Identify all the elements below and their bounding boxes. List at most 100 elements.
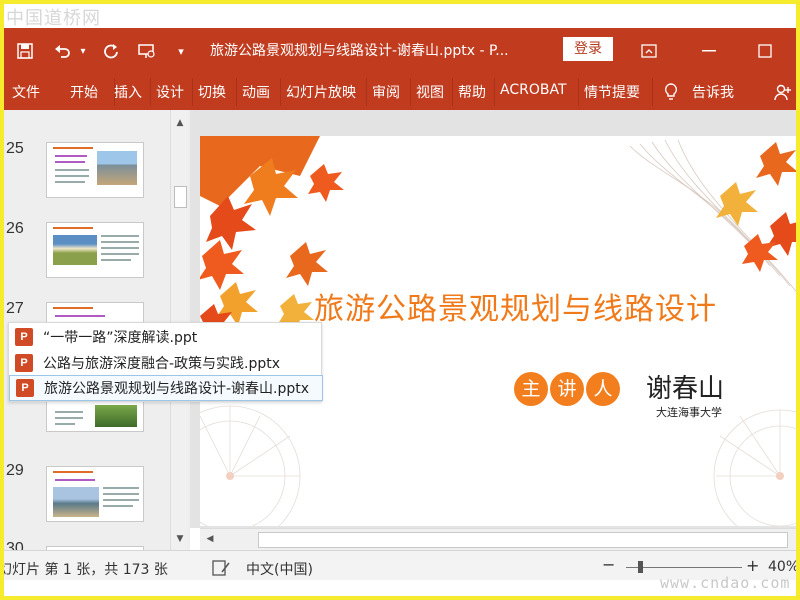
slide-count-status: 幻灯片 第 1 张，共 173 张: [4, 562, 168, 578]
minimize-icon[interactable]: [694, 36, 724, 66]
slide-thumbnail[interactable]: [46, 222, 144, 278]
thumbnail-heading-mark: [53, 307, 93, 309]
slide-thumbnail[interactable]: [46, 142, 144, 198]
thumbnail-photo: [53, 487, 99, 517]
speaker-label-char: 人: [586, 372, 620, 406]
tab-review[interactable]: 审阅: [372, 82, 400, 102]
document-title: 旅游公路景观规划与线路设计-谢春山.pptx - P...: [210, 43, 509, 59]
tab-transitions[interactable]: 切换: [198, 82, 226, 102]
slide-thumbnail[interactable]: [46, 466, 144, 522]
tab-divider: [494, 78, 495, 106]
tab-animations[interactable]: 动画: [242, 82, 270, 102]
language-status[interactable]: 中文(中国): [246, 559, 313, 579]
thumbnail-heading-mark: [53, 147, 93, 149]
thumbnail-heading-mark: [53, 471, 93, 473]
thumbnail-text-line: [55, 161, 85, 163]
tab-help[interactable]: 帮助: [458, 82, 486, 102]
tab-divider: [150, 78, 151, 106]
watermark-top: 中国道桥网: [6, 8, 101, 29]
thumbnail-text-line: [101, 259, 131, 261]
speaker-organization: 大连海事大学: [656, 406, 722, 419]
tab-divider: [192, 78, 193, 106]
customize-qat-icon[interactable]: ▾: [168, 38, 194, 64]
tab-slideshow[interactable]: 幻灯片放映: [286, 82, 356, 102]
zoom-in-button[interactable]: +: [746, 556, 759, 575]
thumbnail-heading-mark: [53, 227, 93, 229]
maximize-icon[interactable]: [750, 36, 780, 66]
scroll-down-arrow-icon[interactable]: ▼: [171, 530, 189, 548]
slide-number: 25: [6, 140, 24, 157]
tab-design[interactable]: 设计: [156, 82, 184, 102]
thumbnail-text-line: [55, 423, 75, 425]
thumbnail-text-line: [55, 181, 85, 183]
tell-me-search[interactable]: 告诉我: [692, 82, 734, 102]
thumbnail-photo: [97, 151, 137, 185]
slide-number: 29: [6, 462, 24, 479]
tab-divider: [452, 78, 453, 106]
powerpoint-file-icon: P: [15, 354, 33, 372]
thumbnail-text-line: [55, 175, 89, 177]
recent-files-dropdown: P “一带一路”深度解读.ppt P 公路与旅游深度融合-政策与实践.pptx …: [8, 322, 323, 402]
thumbnail-text-line: [103, 499, 139, 501]
tab-divider: [366, 78, 367, 106]
tab-divider: [410, 78, 411, 106]
tab-divider: [236, 78, 237, 106]
scroll-left-arrow-icon[interactable]: ◀: [202, 531, 218, 547]
undo-dropdown-icon[interactable]: ▾: [70, 38, 96, 64]
zoom-slider-thumb[interactable]: [638, 561, 643, 573]
scrollbar-thumb[interactable]: [258, 532, 788, 548]
tab-storyboard[interactable]: 情节提要: [584, 82, 640, 102]
tab-insert[interactable]: 插入: [114, 82, 142, 102]
slide-editing-area[interactable]: 旅游公路景观规划与线路设计 主 讲 人 谢春山 大连海事大学: [190, 110, 796, 528]
speaker-name: 谢春山: [646, 374, 725, 404]
recent-file-item[interactable]: P “一带一路”深度解读.ppt: [9, 324, 323, 350]
slide-title: 旅游公路景观规划与线路设计: [314, 292, 717, 327]
ribbon-display-options-icon[interactable]: [634, 36, 664, 66]
watermark-bottom: www.cndao.com: [660, 574, 791, 592]
powerpoint-file-icon: P: [16, 379, 34, 397]
thumbnail-text-line: [101, 235, 139, 237]
thumbnail-text-line: [103, 493, 139, 495]
lightbulb-icon[interactable]: [658, 79, 684, 105]
tab-acrobat[interactable]: ACROBAT: [500, 82, 567, 98]
save-icon[interactable]: [12, 38, 38, 64]
thumbnail-photo: [95, 405, 137, 427]
thumbnail-text-line: [55, 155, 87, 157]
share-person-icon[interactable]: [770, 79, 796, 105]
slide-number: 27: [6, 300, 24, 317]
recent-file-item[interactable]: P 公路与旅游深度融合-政策与实践.pptx: [9, 350, 323, 376]
tab-divider: [578, 78, 579, 106]
speaker-label-char: 主: [514, 372, 548, 406]
title-bar: ▾ ▾ 旅游公路景观规划与线路设计-谢春山.pptx - P... 登录: [4, 28, 796, 74]
zoom-slider-track[interactable]: [626, 567, 742, 568]
thumbnail-text-line: [55, 411, 83, 413]
scroll-up-arrow-icon[interactable]: ▲: [171, 114, 189, 132]
scrollbar-thumb[interactable]: [174, 186, 187, 208]
recent-file-name: “一带一路”深度解读.ppt: [43, 330, 198, 346]
login-button[interactable]: 登录: [563, 37, 613, 61]
thumbnail-text-line: [55, 315, 105, 317]
thumbnail-text-line: [55, 479, 95, 481]
tab-file[interactable]: 文件: [12, 82, 40, 102]
ribbon-tabs: 文件 开始 插入 设计 切换 动画 幻灯片放映 审阅 视图 帮助 ACROBAT…: [4, 74, 796, 110]
recent-file-name: 公路与旅游深度融合-政策与实践.pptx: [43, 356, 281, 372]
powerpoint-file-icon: P: [15, 328, 33, 346]
slide-horizontal-scrollbar[interactable]: ◀: [200, 528, 796, 550]
recent-file-name: 旅游公路景观规划与线路设计-谢春山.pptx: [44, 381, 310, 397]
thumbnail-text-line: [103, 505, 133, 507]
thumbnail-text-line: [101, 241, 139, 243]
tab-divider: [280, 78, 281, 106]
slide-number: 26: [6, 220, 24, 237]
redo-icon[interactable]: [98, 38, 124, 64]
zoom-level[interactable]: 40%: [768, 559, 796, 575]
notes-icon[interactable]: [208, 555, 234, 581]
thumbnail-photo: [53, 235, 97, 265]
tab-view[interactable]: 视图: [416, 82, 444, 102]
tab-divider: [652, 78, 653, 106]
thumbnail-text-line: [55, 417, 83, 419]
recent-file-item-selected[interactable]: P 旅游公路景观规划与线路设计-谢春山.pptx: [9, 375, 323, 401]
zoom-out-button[interactable]: −: [602, 555, 615, 574]
start-slideshow-icon[interactable]: [134, 38, 160, 64]
tab-home[interactable]: 开始: [70, 82, 98, 102]
thumbnail-text-line: [103, 487, 139, 489]
